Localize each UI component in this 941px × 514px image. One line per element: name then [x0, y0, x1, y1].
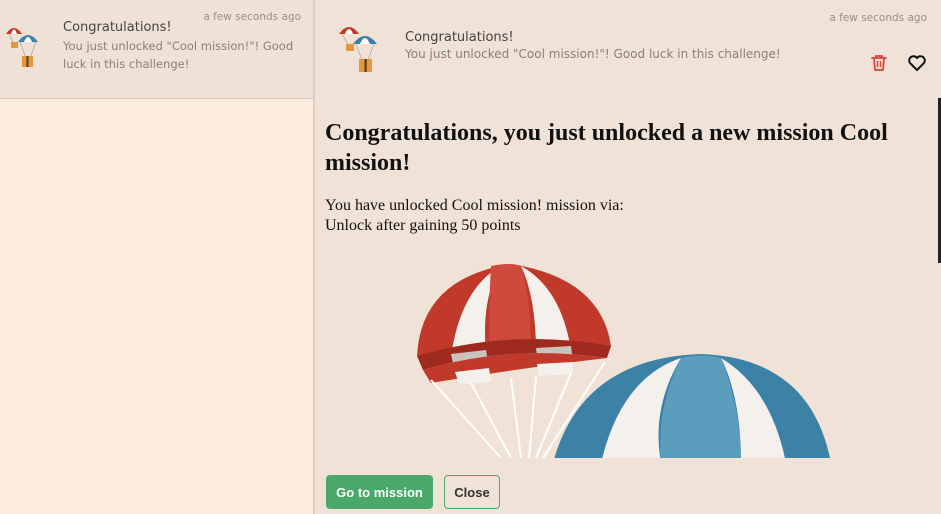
detail-title: Congratulations!: [405, 30, 514, 45]
heart-icon[interactable]: [906, 52, 928, 74]
notification-time: a few seconds ago: [203, 11, 301, 23]
parachute-illustration: [417, 264, 830, 458]
mission-heading: Congratulations, you just unlocked a new…: [325, 120, 888, 176]
notification-detail: Congratulations! You just unlocked "Cool…: [315, 0, 941, 514]
close-button[interactable]: Close: [444, 475, 500, 509]
notification-title: Congratulations!: [63, 20, 172, 35]
mission-body: You have unlocked Cool mission! mission …: [325, 196, 925, 236]
notification-list: Congratulations! You just unlocked "Cool…: [0, 0, 315, 514]
mission-body-line-1: You have unlocked Cool mission! mission …: [325, 197, 624, 214]
mission-body-line-2: Unlock after gaining 50 points: [325, 217, 521, 234]
detail-time: a few seconds ago: [829, 12, 927, 24]
parachute-gift-thumbnail: [6, 28, 38, 67]
notification-message: You just unlocked "Cool mission!"! Good …: [63, 39, 294, 71]
trash-icon[interactable]: [868, 52, 890, 74]
parachute-gift-thumbnail: [339, 27, 377, 72]
notification-item[interactable]: Congratulations! You just unlocked "Cool…: [0, 0, 313, 99]
go-to-mission-button[interactable]: Go to mission: [326, 475, 433, 509]
detail-message: You just unlocked "Cool mission!"! Good …: [405, 47, 781, 61]
